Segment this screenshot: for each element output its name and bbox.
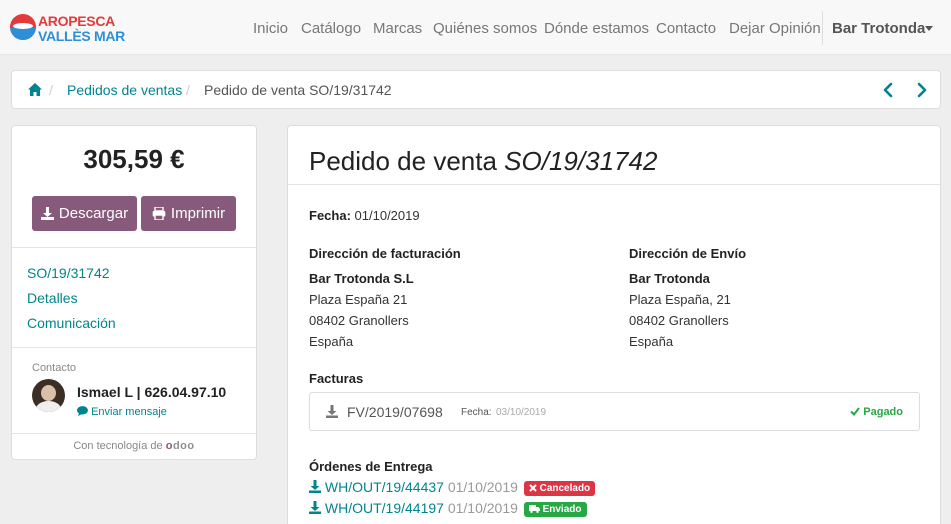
sidebar-link-comunicacion[interactable]: Comunicación	[27, 315, 116, 331]
divider	[288, 184, 940, 185]
download-icon[interactable]	[309, 480, 321, 493]
billing-title: Dirección de facturación	[309, 246, 461, 261]
send-message-label: Enviar mensaje	[91, 406, 167, 418]
download-icon	[40, 207, 54, 220]
breadcrumb: / Pedidos de ventas / Pedido de venta SO…	[11, 70, 941, 109]
delivery-row: WH/OUT/19/44437 01/10/2019 Cancelado	[309, 479, 596, 496]
logo-ball-icon	[10, 14, 36, 40]
delivery-date: 01/10/2019	[447, 479, 518, 495]
divider	[12, 347, 256, 348]
invoices-title: Facturas	[309, 371, 364, 386]
odoo-logo-rest[interactable]: doo	[173, 440, 195, 452]
avatar	[32, 379, 65, 412]
divider	[12, 247, 256, 248]
order-detail-panel: Pedido de venta SO/19/31742 Fecha: 01/10…	[287, 125, 941, 524]
top-navbar: AROPESCA VALLÈS MAR Inicio Catálogo Marc…	[0, 0, 951, 55]
order-sidebar: 305,59 € Descargar Imprimir SO/19/31742 …	[11, 125, 257, 460]
download-icon[interactable]	[309, 501, 321, 514]
order-title-prefix: Pedido de venta	[309, 146, 497, 176]
odoo-logo-o[interactable]: o	[166, 440, 173, 452]
shipping-country: España	[629, 334, 674, 349]
divider	[12, 433, 256, 434]
order-title-ref: SO/19/31742	[504, 146, 658, 176]
powered-by: Con tecnología de odoo	[12, 440, 256, 452]
invoice-date: 03/10/2019	[496, 407, 547, 418]
order-date-value: 01/10/2019	[354, 208, 420, 223]
invoice-row[interactable]: FV/2019/07698 Fecha: 03/10/2019 Pagado	[309, 392, 920, 431]
nav-divider	[822, 11, 823, 45]
caret-down-icon[interactable]	[925, 26, 933, 31]
order-date: Fecha: 01/10/2019	[309, 208, 420, 223]
shipping-city: 08402 Granollers	[629, 313, 729, 328]
invoice-status-label: Pagado	[863, 406, 903, 418]
nav-item-contacto[interactable]: Contacto	[656, 20, 716, 37]
download-icon[interactable]	[326, 405, 338, 418]
breadcrumb-separator: /	[186, 82, 190, 98]
sidebar-link-detalles[interactable]: Detalles	[27, 290, 78, 306]
delivery-date: 01/10/2019	[447, 500, 518, 516]
shipping-title: Dirección de Envío	[629, 246, 747, 261]
brand-line1: AROPESCA	[38, 13, 115, 29]
page-title: Pedido de venta SO/19/31742	[309, 146, 657, 177]
delivery-ref-link[interactable]: WH/OUT/19/44437	[325, 479, 444, 495]
breadcrumb-current: Pedido de venta SO/19/31742	[204, 82, 392, 98]
sidebar-link-order-ref[interactable]: SO/19/31742	[27, 265, 110, 281]
status-badge-label: Cancelado	[539, 483, 591, 494]
status-badge-label: Enviado	[542, 504, 582, 515]
billing-name: Bar Trotonda S.L	[309, 271, 414, 286]
contact-label: Contacto	[32, 362, 77, 374]
truck-icon	[528, 505, 540, 513]
powered-prefix: Con tecnología de	[73, 440, 163, 452]
nav-item-marcas[interactable]: Marcas	[373, 20, 422, 37]
shipping-name: Bar Trotonda	[629, 271, 710, 286]
order-date-label: Fecha:	[309, 208, 351, 223]
home-icon[interactable]	[28, 83, 42, 96]
brand-logo[interactable]: AROPESCA VALLÈS MAR	[10, 11, 125, 45]
billing-city: 08402 Granollers	[309, 313, 409, 328]
order-total: 305,59 €	[83, 144, 185, 174]
nav-item-catalogo[interactable]: Catálogo	[301, 20, 361, 37]
breadcrumb-separator: /	[49, 82, 53, 98]
breadcrumb-link-pedidos[interactable]: Pedidos de ventas	[67, 82, 182, 98]
user-menu[interactable]: Bar Trotonda	[832, 20, 925, 37]
billing-country: España	[309, 334, 354, 349]
status-badge: Enviado	[523, 502, 587, 517]
check-icon	[850, 407, 860, 416]
shipping-street: Plaza España, 21	[629, 292, 731, 307]
delivery-row: WH/OUT/19/44197 01/10/2019 Enviado	[309, 500, 587, 517]
invoice-date-label: Fecha:	[461, 407, 492, 418]
chevron-right-icon[interactable]	[915, 81, 929, 99]
deliveries-title: Órdenes de Entrega	[309, 459, 433, 474]
chevron-left-icon[interactable]	[881, 81, 895, 99]
invoice-number[interactable]: FV/2019/07698	[347, 404, 443, 420]
invoice-status-badge: Pagado	[850, 406, 903, 418]
comment-icon	[77, 406, 88, 416]
print-button[interactable]: Imprimir	[141, 196, 236, 231]
nav-item-quienes-somos[interactable]: Quiénes somos	[433, 20, 537, 37]
print-label: Imprimir	[170, 205, 226, 222]
status-badge: Cancelado	[523, 481, 596, 496]
download-button[interactable]: Descargar	[32, 196, 137, 231]
contact-name: Ismael L | 626.04.97.10	[77, 384, 227, 400]
download-label: Descargar	[58, 205, 129, 222]
nav-item-inicio[interactable]: Inicio	[253, 20, 288, 37]
send-message-link[interactable]: Enviar mensaje	[77, 406, 167, 418]
print-icon	[152, 207, 166, 220]
close-icon	[529, 484, 537, 492]
brand-line2: VALLÈS MAR	[38, 28, 125, 44]
nav-item-donde-estamos[interactable]: Dónde estamos	[544, 20, 649, 37]
delivery-ref-link[interactable]: WH/OUT/19/44197	[325, 500, 444, 516]
nav-item-dejar-opinion[interactable]: Dejar Opinión	[729, 20, 821, 37]
billing-street: Plaza España 21	[309, 292, 408, 307]
